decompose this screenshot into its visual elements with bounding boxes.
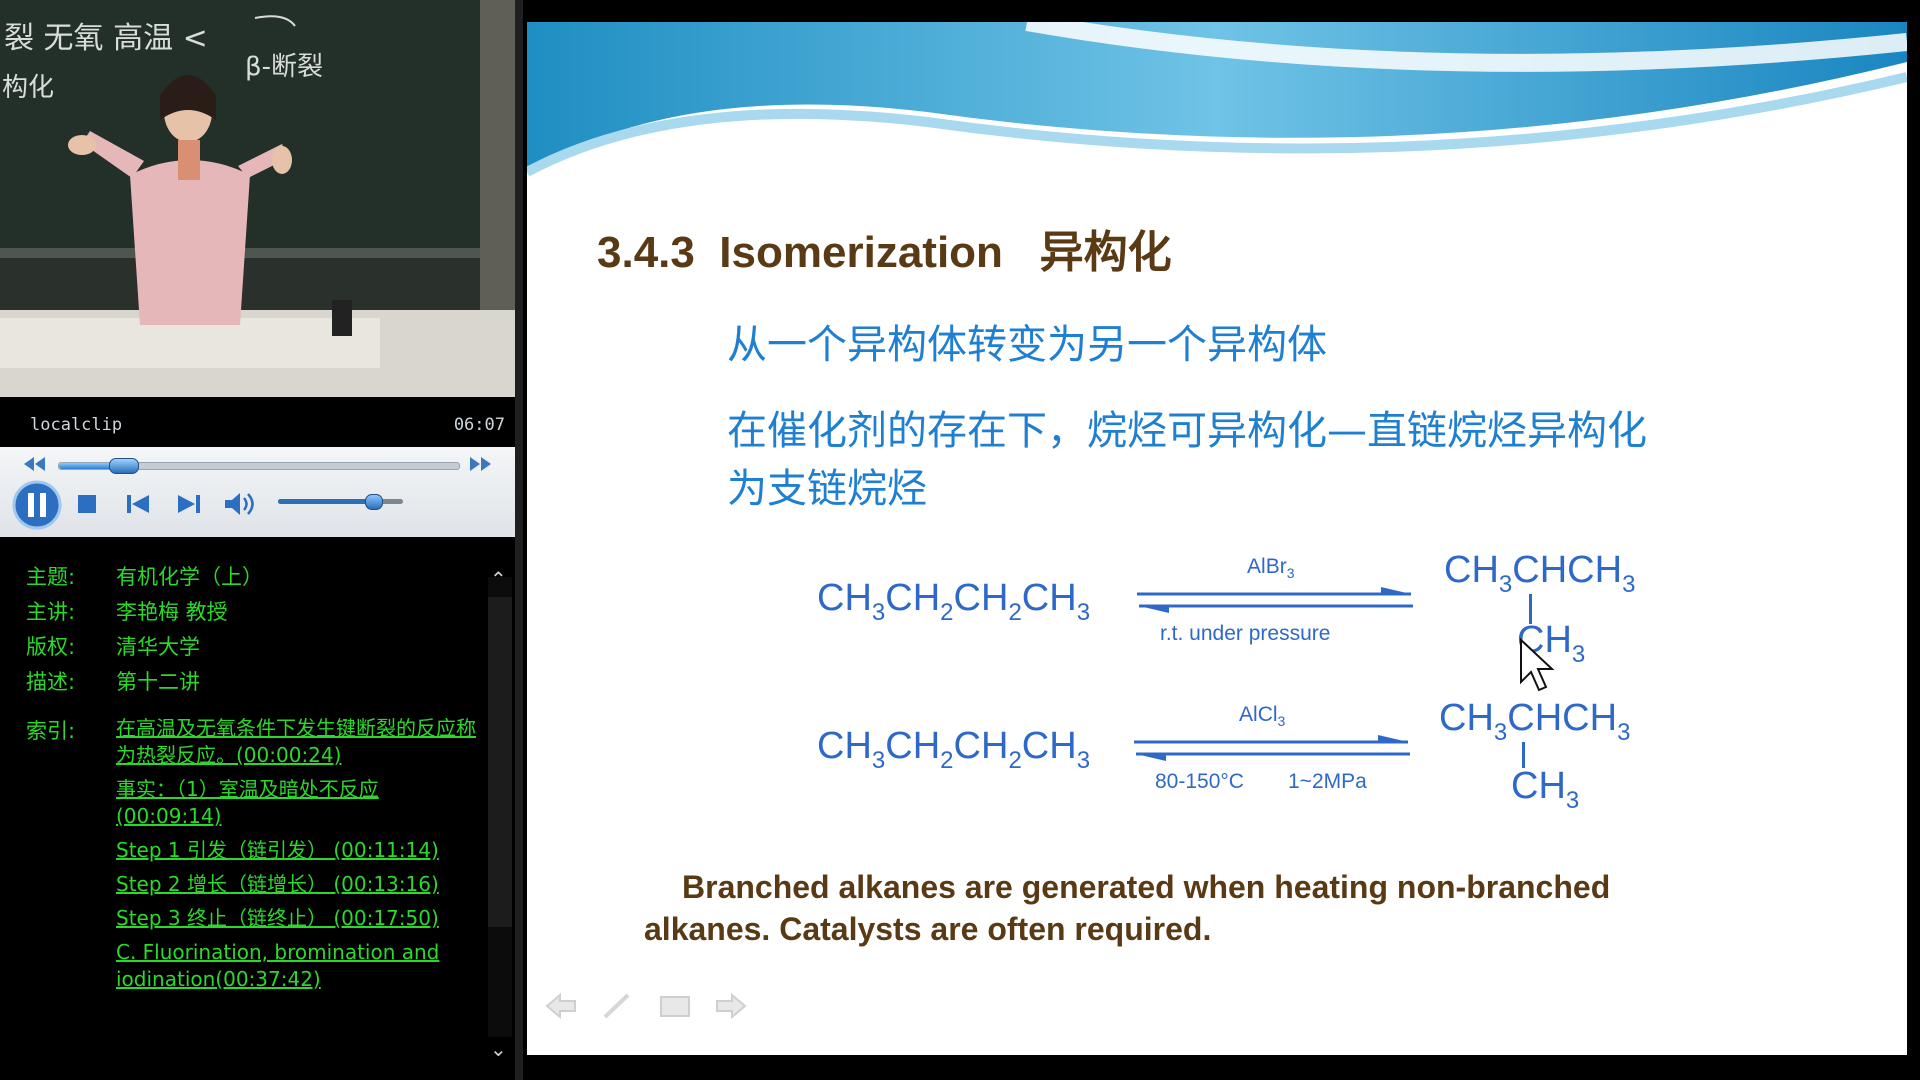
scroll-track[interactable] bbox=[488, 577, 512, 1037]
slide-text-line-2a: 在催化剂的存在下，烷烃可异构化—直链烷烃异构化 bbox=[727, 408, 1647, 454]
description-row: 描述: 第十二讲 bbox=[26, 666, 200, 696]
mouse-cursor-icon bbox=[1520, 638, 1555, 692]
copyright-value: 清华大学 bbox=[116, 635, 200, 659]
slide-text-line-2b: 为支链烷烃 bbox=[727, 466, 927, 512]
lecturer-label: 主讲: bbox=[26, 600, 76, 624]
index-link[interactable]: C. Fluorination, bromination and iodinat… bbox=[116, 939, 486, 993]
copyright-label: 版权: bbox=[26, 635, 76, 659]
slide-title: 3.4.3 Isomerization 异构化 bbox=[597, 228, 1172, 277]
reaction-1-catalyst: AlBr3 bbox=[1247, 555, 1295, 581]
pen-tool-icon[interactable] bbox=[601, 992, 633, 1020]
index-list: 在高温及无氧条件下发生键断裂的反应称为热裂反应。(00:00:24) 事实：（1… bbox=[116, 715, 486, 1000]
rewind-icon[interactable] bbox=[24, 457, 46, 471]
volume-thumb[interactable] bbox=[365, 494, 383, 510]
reaction-1-condition: r.t. under pressure bbox=[1160, 622, 1331, 645]
reaction-1-product: CH3CHCH3 bbox=[1444, 549, 1636, 598]
clip-name: localclip bbox=[30, 415, 123, 435]
slide-text-line-1: 从一个异构体转变为另一个异构体 bbox=[727, 322, 1327, 368]
index-link[interactable]: Step 2 增长（链增长） (00:13:16) bbox=[116, 871, 486, 898]
info-scrollbar[interactable]: ⌃ ⌄ bbox=[485, 537, 515, 1080]
clip-title-bar: localclip 06:07 bbox=[0, 397, 515, 447]
panel-divider bbox=[515, 0, 523, 1080]
slide-note-line-2: alkanes. Catalysts are often required. bbox=[644, 911, 1212, 947]
next-slide-icon[interactable] bbox=[715, 992, 747, 1020]
previous-slide-icon[interactable] bbox=[545, 992, 577, 1020]
video-frame[interactable]: 裂 无氧 高温 < β-断裂 构化 bbox=[0, 0, 515, 397]
chalk-line-1: 裂 无氧 高温 < bbox=[4, 21, 208, 56]
reaction-2-product: CH3CHCH3 bbox=[1439, 697, 1631, 746]
reaction-2-branch: CH3 bbox=[1511, 765, 1580, 814]
index-link[interactable]: Step 1 引发（链引发） (00:11:14) bbox=[116, 837, 486, 864]
chalk-line-2: β-断裂 bbox=[245, 52, 323, 82]
fast-forward-icon[interactable] bbox=[470, 457, 492, 471]
reaction-2-pressure: 1~2MPa bbox=[1288, 770, 1367, 793]
reaction-2-reactant: CH3CH2CH2CH3 bbox=[817, 725, 1091, 774]
topic-row: 主题: 有机化学（上） bbox=[26, 561, 263, 591]
previous-icon[interactable] bbox=[127, 495, 149, 513]
pause-icon[interactable] bbox=[12, 480, 62, 530]
clip-time: 06:07 bbox=[453, 415, 505, 435]
topic-value: 有机化学（上） bbox=[116, 565, 263, 589]
next-icon[interactable] bbox=[178, 495, 200, 513]
volume-icon[interactable] bbox=[225, 492, 255, 516]
scroll-down-icon[interactable]: ⌄ bbox=[490, 1037, 507, 1061]
chalk-line-3: 构化 bbox=[2, 73, 54, 103]
stop-icon[interactable] bbox=[78, 495, 96, 513]
lecture-info-panel: 主题: 有机化学（上） 主讲: 李艳梅 教授 版权: 清华大学 描述: 第十二讲 索引:… bbox=[0, 537, 485, 1080]
reaction-1-reactant: CH3CH2CH2CH3 bbox=[817, 577, 1091, 626]
description-label: 描述: bbox=[26, 670, 76, 694]
reaction-2-catalyst: AlCl3 bbox=[1239, 703, 1286, 729]
copyright-row: 版权: 清华大学 bbox=[26, 631, 200, 661]
slide-menu-icon[interactable] bbox=[659, 992, 691, 1020]
index-link[interactable]: Step 3 终止（链终止） (00:17:50) bbox=[116, 905, 486, 932]
scroll-thumb[interactable] bbox=[488, 597, 512, 927]
seek-thumb[interactable] bbox=[109, 458, 139, 474]
topic-label: 主题: bbox=[26, 565, 76, 589]
player-controls bbox=[0, 447, 515, 538]
reaction-2-temperature: 80-150°C bbox=[1155, 770, 1244, 793]
seek-bar[interactable] bbox=[58, 458, 460, 474]
index-label: 索引: bbox=[26, 719, 76, 743]
equilibrium-arrow-icon bbox=[1137, 587, 1413, 613]
slide-note-line-1: Branched alkanes are generated when heat… bbox=[682, 869, 1611, 905]
slide: 3.4.3 Isomerization 异构化 从一个异构体转变为另一个异构体 … bbox=[527, 22, 1907, 1055]
slide-header-wave bbox=[527, 22, 1907, 177]
description-value: 第十二讲 bbox=[116, 670, 200, 694]
equilibrium-arrow-icon bbox=[1134, 735, 1410, 761]
lecturer-row: 主讲: 李艳梅 教授 bbox=[26, 596, 228, 626]
index-link[interactable]: 在高温及无氧条件下发生键断裂的反应称为热裂反应。(00:00:24) bbox=[116, 715, 486, 769]
index-link[interactable]: 事实：（1）室温及暗处不反应 (00:09:14) bbox=[116, 776, 486, 830]
volume-level bbox=[278, 499, 373, 504]
volume-slider[interactable] bbox=[278, 494, 403, 510]
lecturer-value: 李艳梅 教授 bbox=[116, 600, 228, 624]
